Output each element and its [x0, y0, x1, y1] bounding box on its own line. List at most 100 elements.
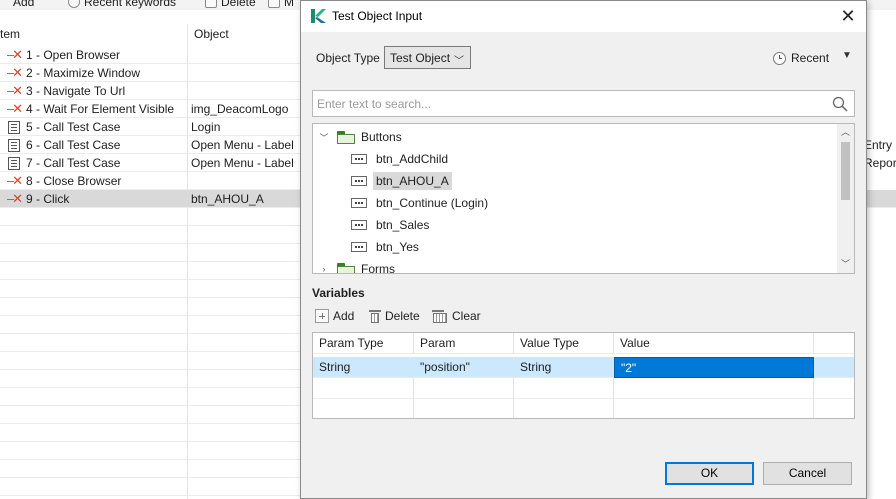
param-type-cell[interactable]: String [313, 357, 414, 378]
chevron-down-icon[interactable]: ﹀ [319, 131, 329, 144]
ok-button[interactable]: OK [665, 462, 754, 485]
table-row[interactable]: –✕ 2 - Maximize Window [0, 64, 300, 82]
clear-icon [432, 309, 448, 323]
row-object-label: Open Menu - Label [191, 156, 294, 170]
recent-keywords-button[interactable]: Recent keywords [68, 0, 176, 10]
x-icon: –✕ [6, 191, 23, 206]
folder-icon [337, 130, 355, 144]
scrollbar-thumb[interactable] [841, 142, 850, 200]
empty-cell [614, 399, 814, 418]
recent-keywords-label: Recent keywords [84, 0, 177, 9]
table-row [0, 208, 300, 226]
tree-item-label: btn_AHOU_A [373, 172, 452, 190]
tree-item-selected[interactable]: btn_AHOU_A [351, 170, 452, 192]
delete-icon [369, 309, 381, 323]
cancel-button[interactable]: Cancel [763, 462, 852, 485]
row-object-label: Login [191, 120, 221, 134]
x-icon: –✕ [6, 83, 23, 98]
add-label: Add [13, 0, 35, 9]
empty-cell [514, 378, 614, 399]
row-item-label: 8 - Close Browser [26, 174, 122, 188]
x-icon: –✕ [6, 101, 23, 116]
value-cell-editor[interactable]: "2" [614, 357, 814, 378]
variables-table-header: Param Type Param Value Type Value [313, 333, 854, 354]
table-row [0, 460, 300, 478]
param-cell[interactable]: "position" [414, 357, 514, 378]
test-case-icon [8, 120, 20, 134]
value-type-column-header[interactable]: Value Type [514, 333, 614, 354]
more-toolbar-button[interactable]: M [268, 0, 294, 10]
table-row [0, 334, 300, 352]
table-row[interactable]: –✕ 1 - Open Browser [0, 46, 300, 64]
table-row[interactable]: 5 - Call Test Case Login [0, 118, 300, 136]
clear-variables-button[interactable]: Clear [432, 307, 481, 325]
delete-toolbar-button[interactable]: Delete [205, 0, 256, 10]
empty-cell [614, 378, 814, 399]
add-variable-label: Add [333, 309, 355, 323]
tree-folder-label: Forms [361, 262, 395, 274]
search-input[interactable] [315, 93, 829, 114]
param-type-column-header[interactable]: Param Type [313, 333, 414, 354]
tree-folder-label: Buttons [361, 130, 402, 144]
delete-variable-label: Delete [385, 309, 420, 323]
tree-item[interactable]: btn_Continue (Login) [351, 192, 491, 214]
search-icon[interactable] [832, 96, 848, 112]
table-row[interactable]: 6 - Call Test Case Open Menu - Label [0, 136, 300, 154]
add-variable-button[interactable]: Add [315, 307, 354, 325]
tree-scrollbar[interactable]: ︿ ﹀ [837, 124, 854, 273]
tree-item[interactable]: btn_Sales [351, 214, 432, 236]
close-button[interactable]: ✕ [836, 5, 860, 27]
value-type-cell[interactable]: String [514, 357, 614, 378]
recent-dropdown-arrow-icon[interactable]: ▼ [842, 50, 852, 61]
dialog-titlebar[interactable]: Test Object Input ✕ [301, 1, 866, 32]
row-item-label: 2 - Maximize Window [26, 66, 141, 80]
table-row[interactable]: –✕ 3 - Navigate To Url [0, 82, 300, 100]
variables-table[interactable]: Param Type Param Value Type Value String… [312, 332, 855, 419]
test-case-icon [8, 156, 20, 170]
scroll-down-icon[interactable]: ﹀ [837, 256, 854, 273]
tree-item[interactable]: btn_Yes [351, 236, 422, 258]
object-tree[interactable]: ﹀ Buttons btn_AddChild btn_AHOU_A btn_Co… [312, 123, 855, 274]
trash-icon [205, 0, 217, 8]
object-column-header[interactable]: Object [194, 24, 229, 44]
row-object-label: img_DeacomLogo [191, 102, 289, 116]
chevron-right-icon[interactable]: › [319, 264, 329, 273]
table-row [0, 478, 300, 496]
item-column-header[interactable]: tem [0, 24, 20, 44]
x-icon: –✕ [6, 173, 23, 188]
table-row [0, 226, 300, 244]
recent-button[interactable]: Recent [773, 49, 829, 67]
value-column-header[interactable]: Value [614, 333, 814, 354]
empty-cell [313, 399, 414, 418]
tree-folder-buttons[interactable]: ﹀ Buttons [319, 126, 402, 148]
scroll-up-icon[interactable]: ︿ [837, 124, 854, 141]
table-row [0, 352, 300, 370]
search-box[interactable] [312, 90, 855, 117]
variable-row[interactable]: String "position" String "2" [313, 357, 854, 378]
test-object-input-dialog: Test Object Input ✕ Object Type Test Obj… [300, 0, 867, 499]
row-item-label: 4 - Wait For Element Visible [26, 102, 175, 116]
table-row[interactable]: –✕ 8 - Close Browser [0, 172, 300, 190]
row-item-label: 3 - Navigate To Url [26, 84, 126, 98]
test-object-icon [351, 242, 367, 252]
side-column-text: Entry [864, 138, 893, 152]
x-icon: –✕ [6, 47, 23, 62]
add-toolbar-button[interactable]: Add [0, 0, 34, 10]
object-type-select[interactable]: Test Object ﹀ [384, 46, 471, 69]
close-icon: ✕ [840, 6, 856, 26]
table-row [0, 442, 300, 460]
row-object-label: Open Menu - Label [191, 138, 294, 152]
table-row[interactable]: –✕ 4 - Wait For Element Visible img_Deaco… [0, 100, 300, 118]
param-column-header[interactable]: Param [414, 333, 514, 354]
delete-variable-button[interactable]: Delete [369, 307, 420, 325]
tree-item[interactable]: btn_AddChild [351, 148, 451, 170]
row-item-label: 9 - Click [26, 192, 70, 206]
table-row [0, 316, 300, 334]
table-row [0, 262, 300, 280]
tree-folder-forms[interactable]: › Forms [319, 258, 395, 274]
object-type-label: Object Type [316, 51, 380, 65]
recent-label: Recent [791, 51, 830, 65]
row-item-label: 6 - Call Test Case [26, 138, 121, 152]
x-icon: –✕ [6, 65, 23, 80]
table-row[interactable]: 7 - Call Test Case Open Menu - Label [0, 154, 300, 172]
